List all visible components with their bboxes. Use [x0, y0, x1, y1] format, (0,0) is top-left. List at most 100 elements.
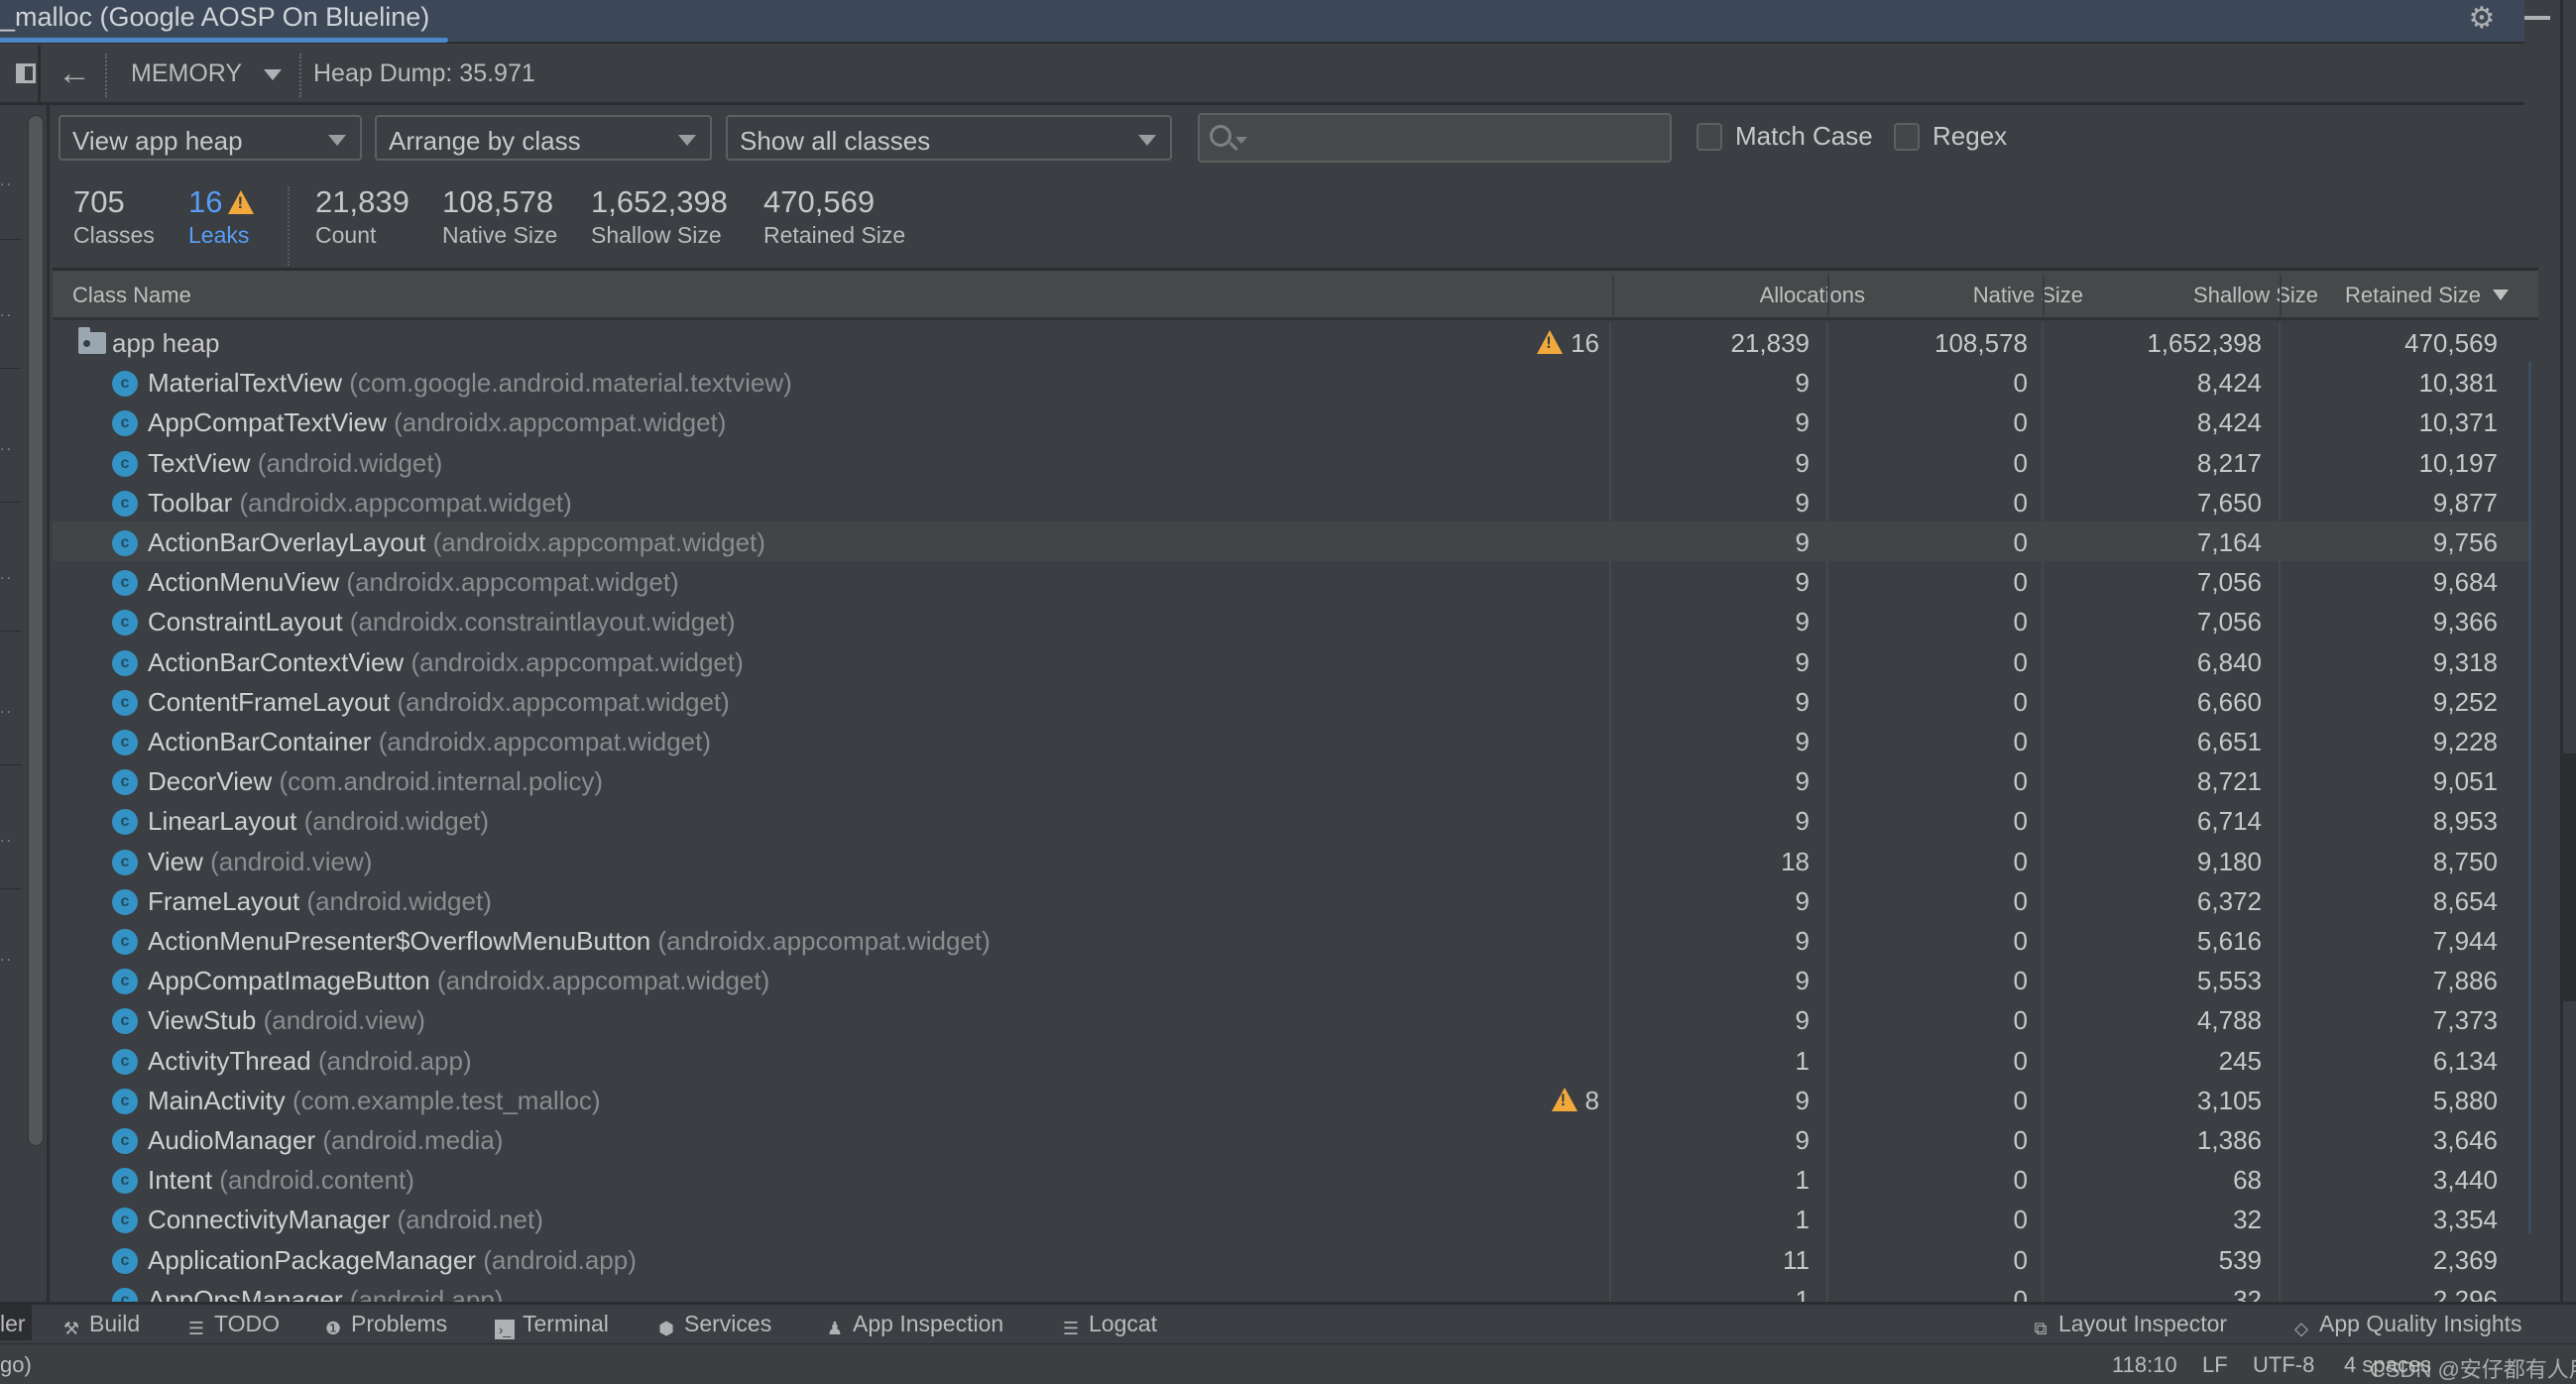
table-row[interactable]: c DecorView (com.android.internal.policy)… — [53, 760, 2531, 800]
left-scrollbar[interactable] — [28, 115, 44, 1146]
table-row[interactable]: c Toolbar (androidx.appcompat.widget) 9 0 7,… — [53, 482, 2531, 521]
table-row[interactable]: c AudioManager (android.media) 9 0 1,386 3,64… — [53, 1119, 2531, 1159]
table-row[interactable]: c ViewStub (android.view) 9 0 4,788 7,373 — [53, 999, 2531, 1039]
divider — [299, 54, 301, 97]
collapsed-item[interactable]: .. — [0, 948, 13, 966]
column-resize-handle[interactable] — [2043, 275, 2045, 318]
notifications-tool[interactable] — [2563, 59, 2576, 218]
heap-select[interactable]: View app heap — [59, 115, 362, 161]
table-row[interactable]: c ActionMenuView (androidx.appcompat.widg… — [53, 561, 2531, 601]
collapsed-item[interactable]: .. — [0, 566, 13, 584]
tool-services[interactable]: ⬢ Services — [656, 1311, 771, 1338]
table-row[interactable]: c ConnectivityManager (android.net) 1 0 32 3,… — [53, 1199, 2531, 1238]
table-row[interactable]: c AppCompatImageButton (androidx.appcompa… — [53, 960, 2531, 999]
allocations-cell: 9 — [1795, 1005, 1810, 1035]
search-input[interactable] — [1253, 121, 1660, 155]
class-name-cell: ContentFrameLayout (androidx.appcompat.w… — [148, 687, 730, 718]
column-header-class-name[interactable]: Class Name — [72, 283, 191, 308]
table-row[interactable]: c ActionBarContainer (androidx.appcompat.… — [53, 721, 2531, 760]
leak-count-value: 8 — [1584, 1086, 1599, 1115]
file-encoding[interactable]: UTF-8 — [2253, 1352, 2314, 1378]
gear-icon[interactable]: ⚙ — [2467, 4, 2497, 34]
profiler-selector[interactable]: MEMORY — [131, 59, 242, 88]
stat-label[interactable]: Leaks — [188, 222, 254, 249]
table-body: app heap 16 21,839 108,578 1,652,398 470… — [53, 322, 2538, 1305]
caret-position[interactable]: 118:10 — [2112, 1352, 2177, 1378]
table-row[interactable]: c ActionMenuPresenter$OverflowMenuButton … — [53, 920, 2531, 960]
retained-size-cell: 7,886 — [2432, 966, 2498, 995]
gradle-tool[interactable] — [2563, 228, 2576, 387]
package-name: (android.widget) — [306, 886, 492, 916]
package-name: (android.net) — [397, 1205, 543, 1234]
layout-inspector-icon: ⧉ — [2034, 1319, 2048, 1338]
class-filter-select[interactable]: Show all classes — [726, 115, 1172, 161]
table-scrollbar[interactable] — [2536, 322, 2538, 1305]
retained-size-cell: 8,953 — [2432, 806, 2498, 836]
status-message[interactable]: go) — [0, 1352, 32, 1378]
tool-app-inspection[interactable]: ♟ App Inspection — [825, 1311, 1003, 1338]
match-case-label[interactable]: Match Case — [1735, 121, 1873, 152]
class-name-cell: ActionBarOverlayLayout (androidx.appcomp… — [148, 527, 765, 558]
table-row[interactable]: c ActionBarOverlayLayout (androidx.appcom… — [53, 521, 2531, 561]
tool-profiler[interactable]: ler — [0, 1305, 32, 1340]
device-manager-tool[interactable] — [2563, 585, 2576, 734]
table-row[interactable]: c ActivityThread (android.app) 1 0 245 6,134 — [53, 1040, 2531, 1080]
back-arrow-icon[interactable]: ← — [58, 54, 91, 93]
column-header-native-size[interactable]: Native Size — [1973, 283, 2083, 308]
search-field[interactable] — [1198, 113, 1672, 163]
table-row[interactable]: c LinearLayout (android.widget) 9 0 6,714 8,9… — [53, 800, 2531, 840]
tool-problems[interactable]: ❶ Problems — [323, 1311, 447, 1338]
table-row[interactable]: c View (android.view) 18 0 9,180 8,750 — [53, 841, 2531, 880]
match-case-checkbox[interactable] — [1697, 123, 1722, 151]
stat-leaks[interactable]: 16 Leaks — [188, 184, 255, 249]
column-resize-handle[interactable] — [1827, 275, 1829, 318]
collapsed-item[interactable]: .. — [0, 829, 13, 847]
class-name-cell: ActionMenuView (androidx.appcompat.widge… — [148, 567, 679, 598]
table-row[interactable]: c FrameLayout (android.widget) 9 0 6,372 8,65… — [53, 880, 2531, 920]
tool-terminal[interactable]: ›_ Terminal — [495, 1311, 609, 1339]
table-row[interactable]: c ContentFrameLayout (androidx.appcompat.… — [53, 681, 2531, 721]
column-header-shallow-size[interactable]: Shallow Size — [2193, 283, 2318, 308]
tool-todo[interactable]: ☰ TODO — [186, 1311, 280, 1338]
arrange-select[interactable]: Arrange by class — [375, 115, 712, 161]
class-name: FrameLayout — [148, 886, 300, 916]
collapsed-item[interactable]: .. — [0, 700, 13, 718]
table-row[interactable]: c TextView (android.widget) 9 0 8,217 10,197 — [53, 442, 2531, 482]
collapsed-item[interactable]: .. — [0, 173, 13, 190]
tool-build[interactable]: ⚒ Build — [61, 1311, 140, 1338]
table-row[interactable]: c MaterialTextView (com.google.android.ma… — [53, 362, 2531, 402]
column-resize-handle[interactable] — [2280, 275, 2282, 318]
allocations-cell: 1 — [1795, 1205, 1810, 1234]
running-devices-tool[interactable] — [2563, 753, 2576, 1001]
minimize-button[interactable] — [2518, 0, 2558, 40]
tool-layout-inspector[interactable]: ⧉ Layout Inspector — [2031, 1311, 2228, 1338]
table-row[interactable]: c ConstraintLayout (androidx.constraintla… — [53, 601, 2531, 640]
regex-checkbox[interactable] — [1894, 123, 1920, 151]
class-icon: c — [112, 850, 138, 875]
table-row[interactable]: c AppCompatTextView (androidx.appcompat.w… — [53, 402, 2531, 441]
leak-count: 8 — [1546, 1086, 1599, 1116]
table-row[interactable]: c ApplicationPackageManager (android.app)… — [53, 1239, 2531, 1279]
table-row-root[interactable]: app heap 16 21,839 108,578 1,652,398 470… — [53, 322, 2531, 362]
chevron-down-icon[interactable] — [264, 69, 282, 80]
retained-size-cell: 470,569 — [2404, 328, 2498, 358]
collapsed-item[interactable]: .. — [0, 437, 13, 455]
column-header-retained-size[interactable]: Retained Size — [2345, 283, 2509, 308]
collapsed-item[interactable]: .. — [0, 303, 13, 321]
search-icon[interactable] — [1210, 125, 1231, 147]
tool-app-quality-insights[interactable]: ◇ App Quality Insights — [2291, 1311, 2521, 1338]
column-resize-handle[interactable] — [1612, 275, 1614, 318]
table-row[interactable]: c MainActivity (com.example.test_malloc) 8… — [53, 1080, 2531, 1119]
tool-logcat[interactable]: ☰ Logcat — [1061, 1311, 1157, 1338]
class-name-cell: AudioManager (android.media) — [148, 1125, 503, 1156]
regex-label[interactable]: Regex — [1932, 121, 2007, 152]
class-name: AppCompatImageButton — [148, 966, 430, 995]
shallow-size-cell: 8,721 — [2196, 766, 2262, 796]
table-row[interactable]: c ActionBarContextView (androidx.appcompa… — [53, 641, 2531, 681]
column-header-allocations[interactable]: Allocations — [1760, 283, 1865, 308]
emulator-tool[interactable] — [2563, 1051, 2576, 1259]
toggle-panel-icon[interactable] — [16, 63, 36, 83]
search-history-caret-icon[interactable] — [1235, 137, 1247, 144]
line-ending[interactable]: LF — [2202, 1352, 2228, 1378]
table-row[interactable]: c Intent (android.content) 1 0 68 3,440 — [53, 1159, 2531, 1199]
